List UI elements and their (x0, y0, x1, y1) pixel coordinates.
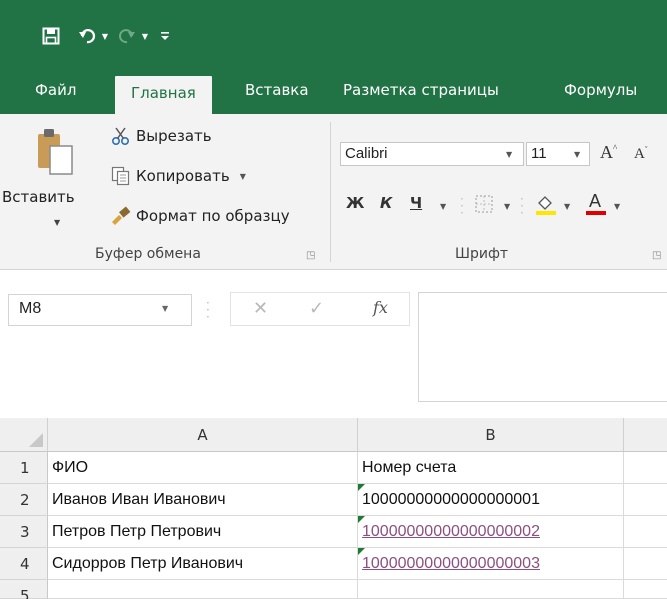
font-name-dropdown-icon[interactable]: ▼ (506, 150, 512, 159)
customize-qat-icon[interactable] (156, 24, 174, 48)
cut-button[interactable]: Вырезать (110, 126, 212, 146)
copy-button[interactable]: Копировать ▼ (110, 166, 246, 186)
paste-label: Вставить (2, 188, 75, 206)
font-size-value: 11 (531, 145, 547, 162)
cell-a5[interactable] (48, 580, 358, 599)
tab-file[interactable]: Файл (35, 70, 76, 114)
increase-font-icon[interactable]: A^ (600, 142, 617, 163)
fill-color-icon[interactable] (534, 192, 558, 220)
bold-button[interactable]: Ж (346, 194, 364, 212)
underline-dropdown-icon[interactable]: ▼ (440, 202, 446, 211)
clipboard-launcher-icon[interactable]: ◳ (306, 250, 315, 261)
formula-bar-splitter[interactable]: · · · (206, 297, 210, 323)
paste-dropdown-icon: ▼ (54, 218, 61, 227)
row-header-1[interactable]: 1 (0, 452, 48, 484)
font-size-dropdown-icon[interactable]: ▼ (574, 150, 580, 159)
select-all-triangle (29, 433, 43, 447)
select-all-button[interactable] (0, 418, 48, 452)
font-color-icon[interactable]: A (584, 190, 608, 220)
clipboard-group-label: Буфер обмена (95, 246, 201, 262)
cell-b1[interactable]: Номер счета (358, 452, 624, 484)
insert-function-icon[interactable]: fx (373, 298, 388, 317)
cell-b2-value: 10000000000000000001 (362, 491, 540, 508)
cell-a4[interactable]: Сидорров Петр Иванович (48, 548, 358, 580)
ribbon-tabs: Файл Главная Вставка Разметка страницы Ф… (0, 70, 667, 114)
font-name-combobox[interactable]: Calibri (340, 142, 524, 166)
undo-dropdown-icon[interactable]: ▼ (98, 24, 112, 48)
tab-insert[interactable]: Вставка (245, 70, 309, 114)
cell-b4-value[interactable]: 10000000000000000003 (362, 555, 540, 572)
underline-button[interactable]: Ч (410, 194, 422, 212)
error-indicator-icon[interactable] (358, 548, 365, 555)
tab-home[interactable]: Главная (115, 76, 212, 114)
error-indicator-icon[interactable] (358, 484, 365, 491)
svg-text:A: A (589, 191, 601, 211)
fill-color-dropdown-icon[interactable]: ▼ (564, 202, 570, 211)
cell-c1[interactable] (624, 452, 667, 484)
column-header-a[interactable]: A (48, 418, 358, 452)
redo-dropdown-icon[interactable]: ▼ (138, 24, 152, 48)
cell-a1[interactable]: ФИО (48, 452, 358, 484)
row-header-2[interactable]: 2 (0, 484, 48, 516)
format-painter-label: Формат по образцу (136, 207, 290, 225)
cell-c5[interactable] (624, 580, 667, 599)
worksheet-grid: A B 1 ФИО Номер счета 2 Иванов Иван Иван… (0, 418, 667, 599)
cell-a2[interactable]: Иванов Иван Иванович (48, 484, 358, 516)
formula-bar-area: M8 ▼ · · · ✕ ✓ fx (0, 270, 667, 418)
row-header-3[interactable]: 3 (0, 516, 48, 548)
ribbon: Вставить ▼ Вырезать Копировать ▼ Формат … (0, 114, 667, 270)
name-box-value: M8 (19, 300, 42, 317)
copy-label: Копировать (136, 167, 230, 185)
cell-c3[interactable] (624, 516, 667, 548)
cell-b4[interactable]: 10000000000000000003 (358, 548, 624, 580)
cell-c4[interactable] (624, 548, 667, 580)
title-bar: ▼ ▼ (0, 0, 667, 70)
cell-b3[interactable]: 10000000000000000002 (358, 516, 624, 548)
redo-icon[interactable] (116, 24, 138, 48)
font-launcher-icon[interactable]: ◳ (652, 250, 661, 261)
italic-button[interactable]: К (380, 194, 392, 212)
row-header-5[interactable]: 5 (0, 580, 48, 599)
formula-input[interactable] (418, 292, 667, 402)
cell-c2[interactable] (624, 484, 667, 516)
cell-b2[interactable]: 10000000000000000001 (358, 484, 624, 516)
cell-a3[interactable]: Петров Петр Петрович (48, 516, 358, 548)
separator: · · · (520, 192, 524, 220)
font-name-value: Calibri (345, 145, 388, 162)
format-painter-button[interactable]: Формат по образцу (110, 206, 290, 226)
row-header-4[interactable]: 4 (0, 548, 48, 580)
copy-dropdown-icon[interactable]: ▼ (240, 172, 246, 181)
borders-icon[interactable] (474, 194, 494, 218)
font-size-combobox[interactable]: 11 (526, 142, 590, 166)
error-indicator-icon[interactable] (358, 516, 365, 523)
column-header-c[interactable] (624, 418, 667, 452)
formula-bar-buttons: ✕ ✓ fx (230, 292, 410, 326)
copy-icon (110, 166, 132, 186)
format-painter-icon (110, 206, 132, 226)
save-icon[interactable] (40, 24, 62, 48)
cell-b3-value[interactable]: 10000000000000000002 (362, 523, 540, 540)
tab-page-layout[interactable]: Разметка страницы (343, 70, 499, 114)
paste-button[interactable]: Вставить ▼ (0, 114, 98, 236)
cell-b5[interactable] (358, 580, 624, 599)
column-header-b[interactable]: B (358, 418, 624, 452)
paste-icon (36, 126, 76, 180)
tab-formulas[interactable]: Формулы (564, 70, 637, 114)
font-color-dropdown-icon[interactable]: ▼ (614, 202, 620, 211)
quick-access-toolbar: ▼ ▼ (40, 24, 174, 48)
cancel-icon[interactable]: ✕ (253, 298, 268, 319)
font-group-label: Шрифт (455, 246, 509, 262)
group-separator (330, 122, 331, 262)
cut-label: Вырезать (136, 127, 212, 145)
borders-dropdown-icon[interactable]: ▼ (504, 202, 510, 211)
scissors-icon (110, 126, 132, 146)
name-box-dropdown-icon[interactable]: ▼ (162, 304, 168, 313)
decrease-font-icon[interactable]: Aˇ (634, 145, 648, 163)
enter-icon[interactable]: ✓ (309, 298, 324, 319)
separator: · · · (460, 192, 464, 220)
undo-icon[interactable] (76, 24, 98, 48)
